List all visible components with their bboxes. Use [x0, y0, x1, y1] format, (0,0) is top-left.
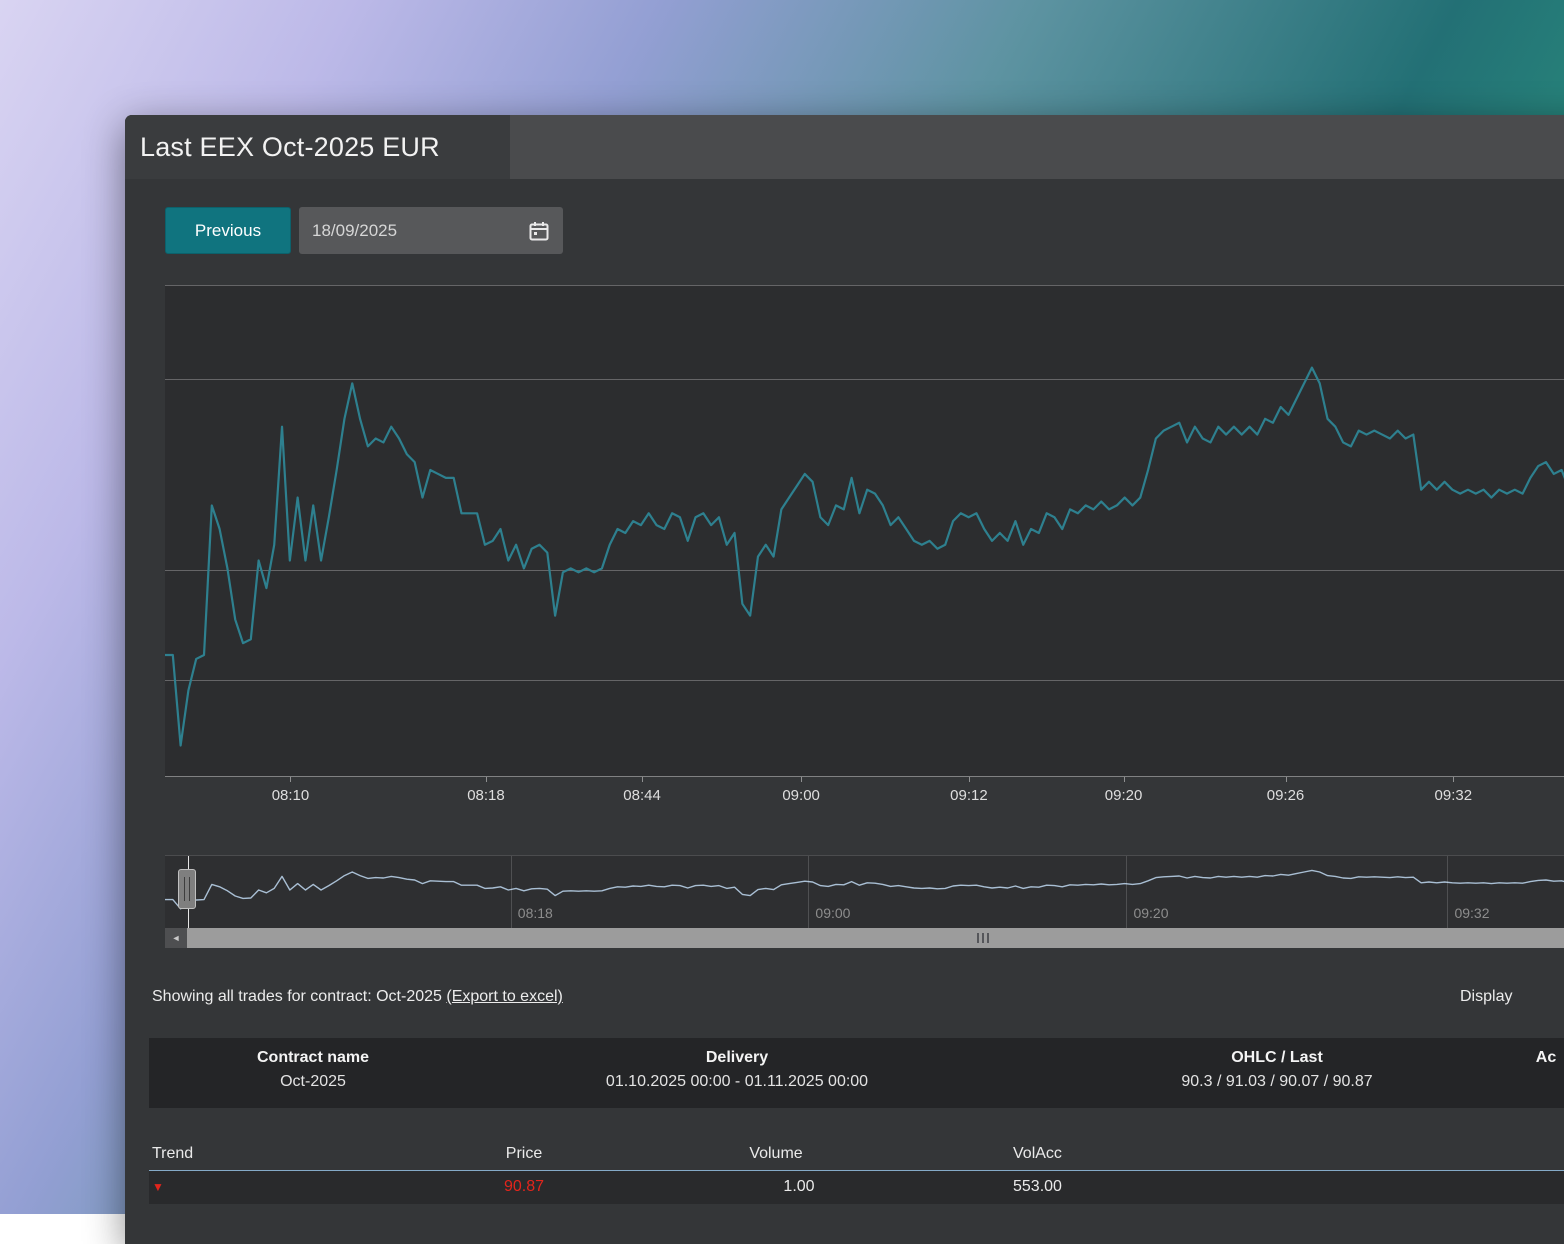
summary-col-acc: Ac	[1536, 1038, 1556, 1073]
navigator-time-label: 09:20	[1133, 905, 1168, 921]
date-value: 18/09/2025	[312, 221, 397, 241]
x-axis-tick-label: 09:12	[950, 787, 988, 804]
x-axis-tick-mark	[969, 777, 970, 782]
summary-value	[1536, 1067, 1556, 1073]
status-text: Showing all trades for contract: Oct-202…	[152, 988, 563, 1005]
summary-value: 01.10.2025 00:00 - 01.11.2025 00:00	[606, 1067, 868, 1091]
navigator-time-label: 08:18	[518, 905, 553, 921]
summary-col-ohlc: OHLC / Last 90.3 / 91.03 / 90.07 / 90.87	[1181, 1038, 1372, 1091]
trades-table: Trend Price Volume VolAcc ▼ 90.87 1.00 5…	[149, 1138, 1564, 1204]
summary-header: Ac	[1536, 1038, 1556, 1067]
navigator-handle[interactable]	[178, 869, 196, 909]
x-axis-tick-label: 08:18	[467, 787, 505, 804]
export-excel-link[interactable]: (Export to excel)	[446, 988, 562, 1005]
chart-scrollbar[interactable]: ◄	[165, 928, 1564, 948]
col-header-volacc: VolAcc	[1013, 1145, 1062, 1163]
navigator-line-series	[165, 862, 1564, 912]
x-axis-tick-mark	[1124, 777, 1125, 782]
navigator-grid-line	[1447, 856, 1448, 928]
navigator-grid-line	[1126, 856, 1127, 928]
x-axis-tick-label: 08:10	[272, 787, 310, 804]
x-axis-tick-mark	[290, 777, 291, 782]
x-axis-tick-label: 09:26	[1267, 787, 1305, 804]
scrollbar-grip-icon[interactable]	[977, 933, 989, 943]
x-axis-tick-label: 09:32	[1435, 787, 1473, 804]
navigator-time-label: 09:00	[815, 905, 850, 921]
col-header-price: Price	[506, 1145, 542, 1163]
trade-volume: 1.00	[783, 1178, 814, 1196]
date-picker[interactable]: 18/09/2025	[299, 207, 563, 254]
trade-price: 90.87	[504, 1178, 544, 1196]
scrollbar-left-arrow-icon[interactable]: ◄	[165, 928, 187, 948]
price-line-series	[165, 285, 1564, 777]
x-axis-tick-mark	[486, 777, 487, 782]
summary-col-contract: Contract name Oct-2025	[257, 1038, 369, 1091]
window-titlebar: Last EEX Oct-2025 EUR	[125, 115, 1564, 179]
display-label[interactable]: Display	[1460, 988, 1512, 1006]
status-bar: Showing all trades for contract: Oct-202…	[125, 988, 1564, 1026]
x-axis-tick-mark	[801, 777, 802, 782]
col-header-volume: Volume	[749, 1145, 802, 1163]
window-title: Last EEX Oct-2025 EUR	[140, 132, 440, 163]
previous-button[interactable]: Previous	[165, 207, 291, 254]
navigator-grid-line	[808, 856, 809, 928]
summary-header: Delivery	[606, 1038, 868, 1067]
app-window: Last EEX Oct-2025 EUR Previous 18/09/202…	[125, 115, 1564, 1244]
trade-volacc: 553.00	[1013, 1178, 1062, 1196]
calendar-icon[interactable]	[528, 220, 550, 242]
x-axis-tick-mark	[1286, 777, 1287, 782]
summary-col-delivery: Delivery 01.10.2025 00:00 - 01.11.2025 0…	[606, 1038, 868, 1091]
summary-value: Oct-2025	[257, 1067, 369, 1091]
trend-down-icon: ▼	[152, 1180, 164, 1194]
handle-grip-icon	[184, 877, 190, 901]
x-axis-tick-label: 09:00	[782, 787, 820, 804]
x-axis-tick-label: 09:20	[1105, 787, 1143, 804]
price-chart[interactable]	[165, 285, 1564, 777]
summary-header: OHLC / Last	[1181, 1038, 1372, 1067]
trade-row[interactable]: ▼ 90.87 1.00 553.00	[149, 1171, 1564, 1204]
x-axis-tick-mark	[1453, 777, 1454, 782]
contract-summary-table: Contract name Oct-2025 Delivery 01.10.20…	[149, 1038, 1564, 1108]
trades-header-row: Trend Price Volume VolAcc	[149, 1138, 1564, 1171]
summary-value: 90.3 / 91.03 / 90.07 / 90.87	[1181, 1067, 1372, 1091]
summary-header: Contract name	[257, 1038, 369, 1067]
col-header-trend: Trend	[152, 1145, 193, 1163]
x-axis-tick-mark	[642, 777, 643, 782]
chart-x-axis: 08:10 08:18 08:44 09:00 09:12 09:20 09:26 09:32…	[165, 777, 1564, 817]
x-axis-tick-label: 08:44	[623, 787, 661, 804]
desktop-background: Last EEX Oct-2025 EUR Previous 18/09/202…	[0, 0, 1564, 1214]
chart-toolbar: Previous 18/09/2025	[125, 179, 1564, 285]
chart-navigator[interactable]: 08:18 09:00 09:20 09:32	[165, 855, 1564, 928]
window-title-tab[interactable]: Last EEX Oct-2025 EUR	[125, 115, 510, 179]
navigator-grid-line	[511, 856, 512, 928]
navigator-time-label: 09:32	[1454, 905, 1489, 921]
scrollbar-track[interactable]	[187, 928, 1564, 948]
